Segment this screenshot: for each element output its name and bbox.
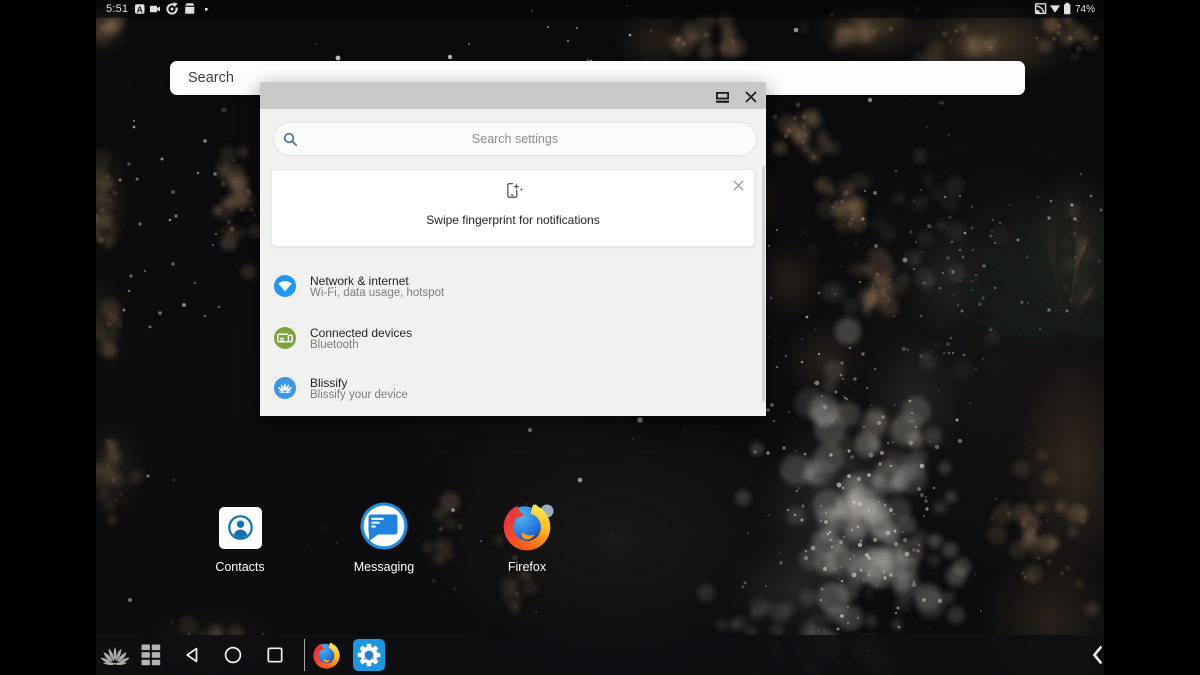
svg-text:A: A [137, 4, 143, 14]
